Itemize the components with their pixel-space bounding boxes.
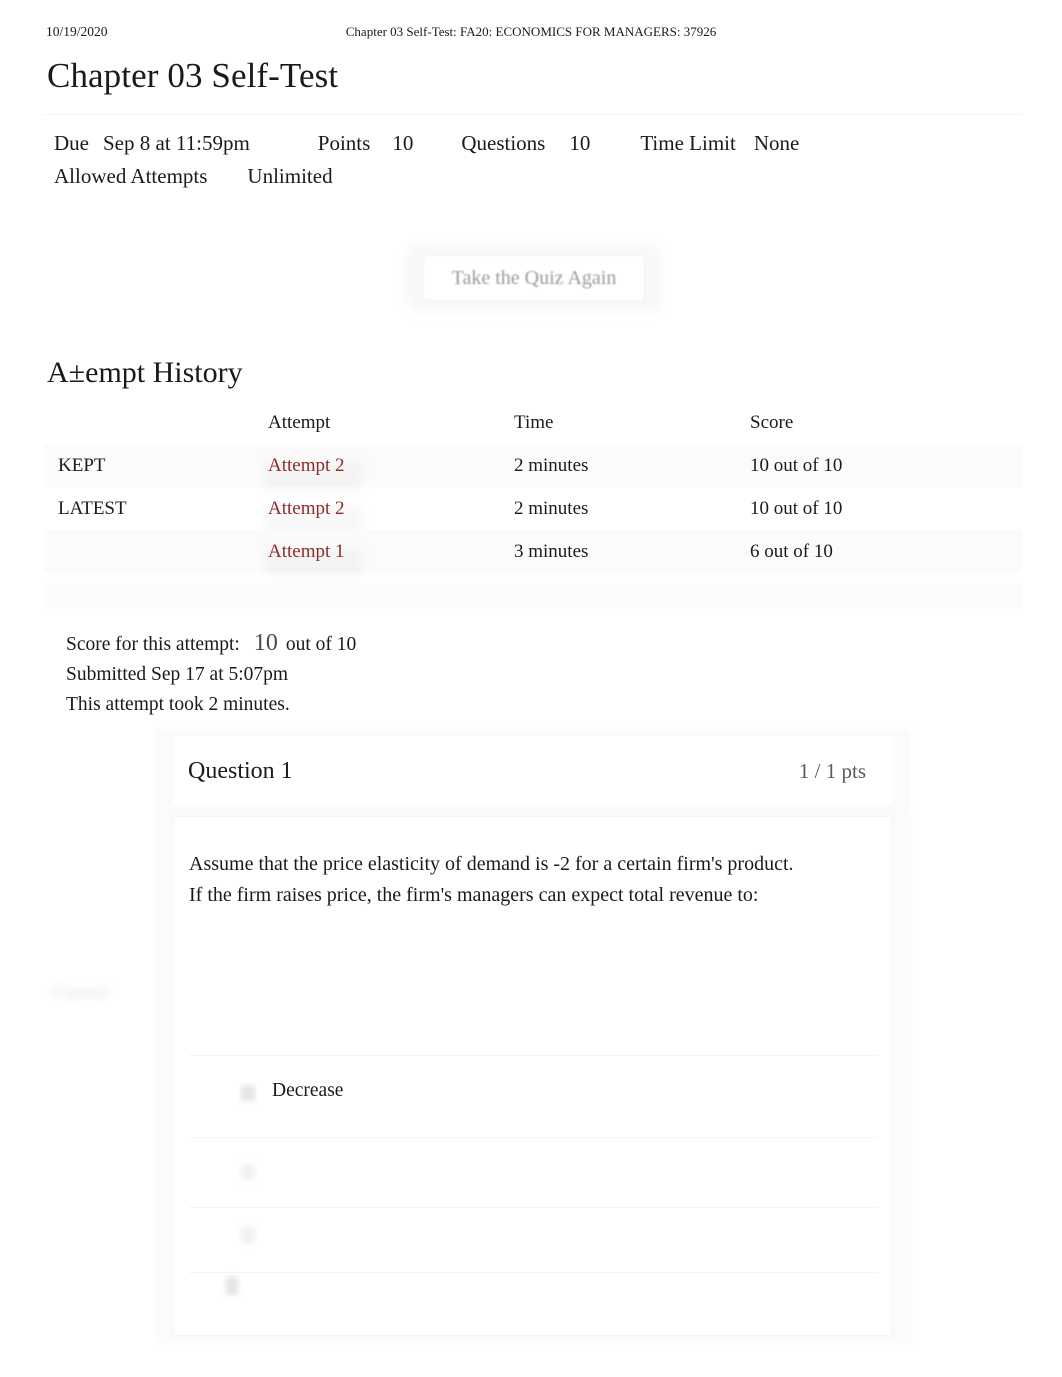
score-suffix: out of 10: [285, 634, 357, 655]
duration-line: This attempt took 2 minutes.: [66, 694, 290, 715]
attempt-link-cell: Attempt 2: [268, 444, 345, 487]
row-score: 10 out of 10: [750, 498, 843, 519]
allowed-attempts-label: Allowed Attempts: [54, 164, 208, 188]
attempt-link-cell: Attempt 1: [268, 530, 345, 573]
status-badge: Correct: [54, 982, 108, 1001]
answer-option[interactable]: Decrease: [189, 1063, 878, 1129]
attempt-link[interactable]: Attempt 1: [268, 541, 345, 562]
table-row: Attempt 1 3 minutes 6 out of 10: [44, 530, 1022, 573]
column-header-attempt: Attempt: [268, 412, 331, 433]
question-header: Question 1 1 / 1 pts: [155, 730, 910, 810]
questions-value: 10: [569, 131, 591, 155]
score-label: Score for this attempt:: [66, 634, 240, 655]
take-quiz-again-button[interactable]: Take the Quiz Again: [423, 255, 645, 301]
row-time: 3 minutes: [514, 541, 589, 562]
attempt-link[interactable]: Attempt 2: [268, 498, 345, 519]
page-title: Chapter 03 Self-Test: [47, 56, 339, 95]
quiz-meta-band: Due Sep 8 at 11:59pm Points 10 Questions 10 Ti…: [44, 114, 1022, 215]
score-for-attempt-line: Score for this attempt: 10 out of 10: [66, 628, 766, 660]
print-header: 10/19/2020 Chapter 03 Self-Test: FA20: E…: [0, 24, 1062, 42]
question-card: Question 1 1 / 1 pts Assume that the pri…: [155, 730, 910, 1342]
option-divider: [189, 1272, 878, 1273]
row-flag: KEPT: [58, 455, 106, 476]
table-header-row: Attempt Time Score: [44, 408, 1022, 444]
table-row: KEPT Attempt 2 2 minutes 10 out of 10: [44, 444, 1022, 487]
attempt-link-cell: Attempt 2: [268, 487, 345, 530]
question-prompt: Assume that the price elasticity of dema…: [189, 853, 794, 906]
column-header-time: Time: [514, 412, 554, 433]
allowed-attempts-value: Unlimited: [247, 164, 333, 188]
question-body: Assume that the price elasticity of dema…: [173, 816, 892, 1336]
quiz-meta-line-1: Due Sep 8 at 11:59pm Points 10 Questions 10 Ti…: [54, 130, 799, 156]
radio-icon[interactable]: [241, 1164, 255, 1180]
radio-icon[interactable]: [241, 1227, 255, 1243]
row-time: 2 minutes: [514, 498, 589, 519]
print-document-title: Chapter 03 Self-Test: FA20: ECONOMICS FO…: [345, 24, 717, 39]
points-label: Points: [317, 131, 371, 155]
attempt-history-heading: A±empt History: [47, 356, 243, 389]
time-limit-value: None: [753, 131, 800, 155]
answer-option[interactable]: [189, 1142, 878, 1208]
submitted-line: Submitted Sep 17 at 5:07pm: [66, 664, 289, 685]
question-title: Question 1: [188, 758, 293, 784]
option-divider: [189, 1137, 878, 1138]
score-value: 10: [253, 630, 278, 656]
attempt-summary: Score for this attempt: 10 out of 10 Submi…: [66, 628, 766, 720]
due-label: Due: [54, 131, 89, 155]
answer-option[interactable]: [189, 1205, 878, 1271]
row-score: 6 out of 10: [750, 541, 833, 562]
row-time: 2 minutes: [514, 455, 589, 476]
retake-quiz-container: Take the Quiz Again: [405, 243, 663, 313]
radio-icon[interactable]: [241, 1085, 255, 1101]
answer-option-label: Decrease: [272, 1080, 344, 1101]
quiz-meta-line-2: Allowed Attempts Unlimited: [54, 163, 333, 189]
column-header-score: Score: [750, 412, 794, 433]
option-divider: [189, 1055, 878, 1056]
table-row: LATEST Attempt 2 2 minutes 10 out of 10: [44, 487, 1022, 530]
attempt-history-table: Attempt Time Score KEPT Attempt 2 2 minu…: [44, 408, 1022, 573]
row-flag: LATEST: [58, 498, 127, 519]
explanation-marker-icon: [226, 1277, 238, 1295]
points-value: 10: [392, 131, 414, 155]
questions-label: Questions: [461, 131, 546, 155]
quiz-meta-inner: Due Sep 8 at 11:59pm Points 10 Questions 10 Ti…: [44, 115, 1022, 215]
question-points: 1 / 1 pts: [798, 759, 866, 783]
row-score: 10 out of 10: [750, 455, 843, 476]
attempt-link[interactable]: Attempt 2: [268, 455, 345, 476]
attempt-history-footer-band: [44, 583, 1022, 609]
due-value: Sep 8 at 11:59pm: [103, 131, 250, 155]
time-limit-label: Time Limit: [640, 131, 736, 155]
